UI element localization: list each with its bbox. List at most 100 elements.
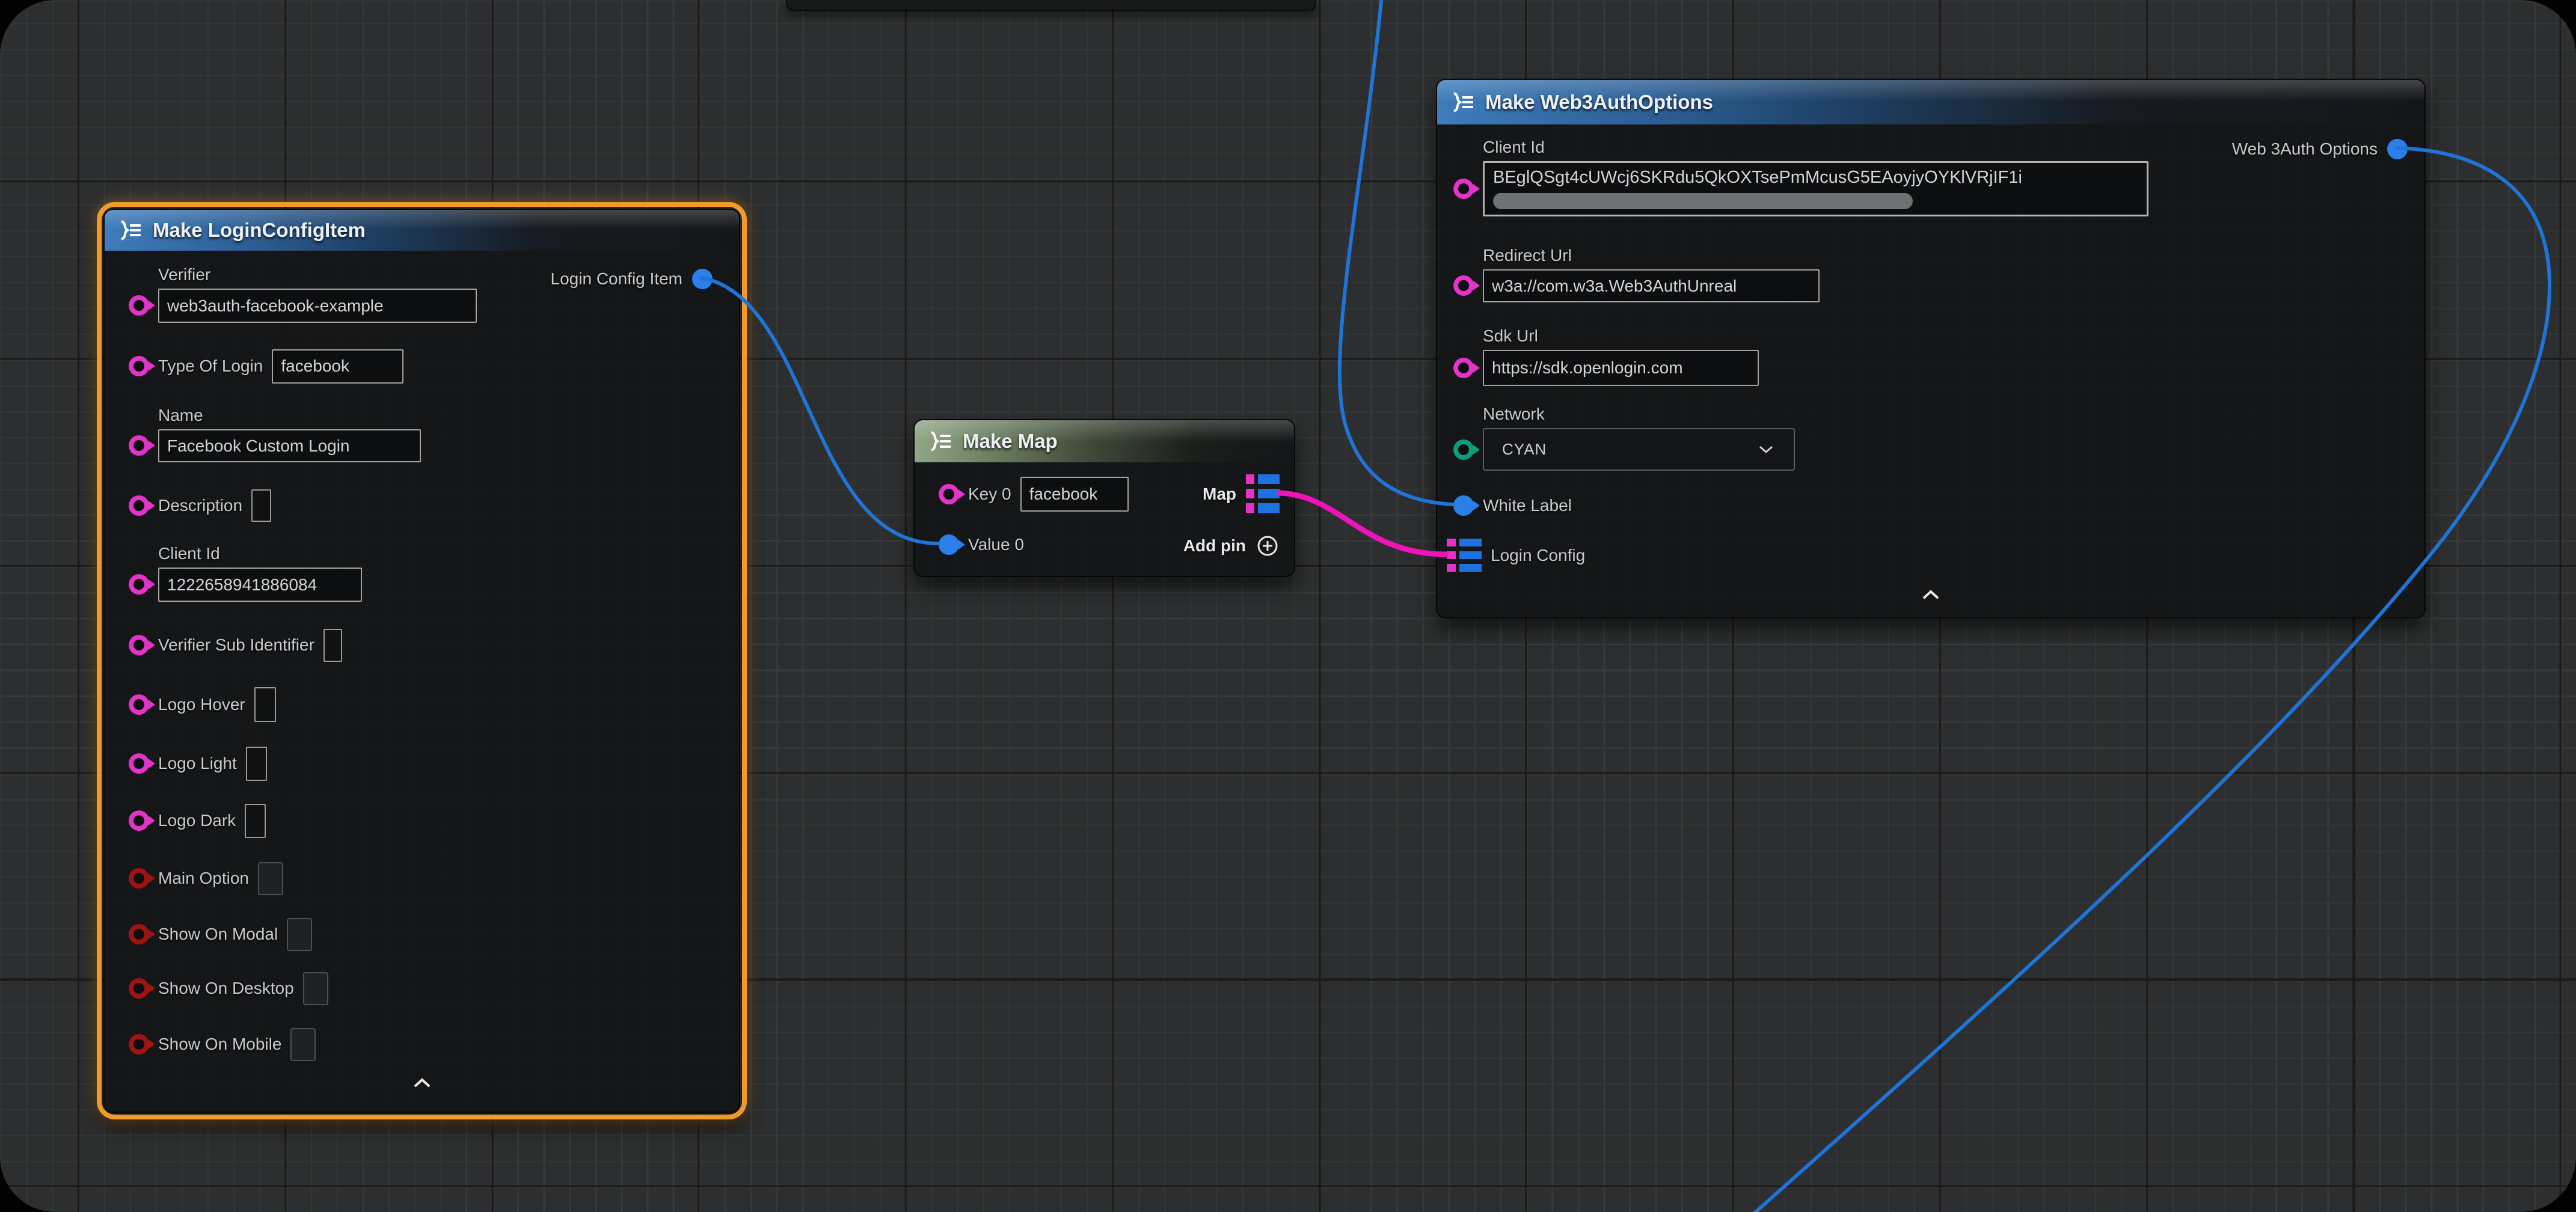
node-make-loginconfigitem[interactable]: Make LoginConfigItem Login Config Item V… — [103, 209, 740, 1113]
client-id-input[interactable]: 1222658941886084 — [158, 568, 362, 602]
node-make-web3authoptions[interactable]: Make Web3AuthOptions Web 3Auth Options C… — [1436, 79, 2426, 619]
pin-row-type-of-login: Type Of Login facebook — [129, 346, 403, 387]
pin-logo-dark[interactable] — [129, 810, 149, 831]
pin-label: Logo Light — [158, 754, 237, 773]
pin-main-option[interactable] — [129, 868, 149, 889]
pin-label: Show On Desktop — [158, 979, 294, 998]
pin-label: Login Config — [1491, 546, 1585, 565]
pin-label: Verifier — [158, 265, 477, 284]
pin-label: Client Id — [1483, 138, 2148, 157]
node-make-map[interactable]: Make Map Key 0 facebook Map Value 0 Add … — [913, 419, 1295, 577]
pin-label: Description — [158, 496, 242, 515]
pin-type-of-login[interactable] — [129, 356, 149, 376]
pin-row-login-config-item-out: Login Config Item — [551, 263, 713, 295]
output-pin-login-config-item[interactable] — [692, 269, 713, 289]
pin-logo-hover[interactable] — [129, 694, 149, 715]
pin-row-logo-hover: Logo Hover — [129, 684, 276, 725]
pin-row-main-option: Main Option — [129, 858, 283, 899]
pin-sdk-url[interactable] — [1453, 358, 1474, 378]
chevron-down-icon — [1759, 445, 1773, 454]
pin-row-show-on-modal: Show On Modal — [129, 914, 312, 955]
show-on-desktop-checkbox[interactable] — [303, 972, 328, 1005]
key0-input[interactable]: facebook — [1020, 477, 1129, 512]
logo-light-input[interactable] — [246, 747, 267, 781]
pin-label: White Label — [1483, 496, 1572, 515]
make-map-icon — [928, 429, 953, 453]
pin-row-white-label: White Label — [1453, 485, 1572, 526]
pin-name[interactable] — [129, 435, 149, 456]
pin-client-id[interactable] — [129, 574, 149, 595]
pin-label: Network — [1483, 405, 1795, 424]
map-pin-icon[interactable] — [1447, 539, 1482, 572]
pin-label: Show On Mobile — [158, 1035, 281, 1054]
show-on-mobile-checkbox[interactable] — [290, 1028, 316, 1061]
collapse-chevron-icon[interactable] — [413, 1078, 431, 1088]
add-pin-button[interactable]: Add pin — [1183, 530, 1280, 562]
pin-label: Name — [158, 406, 421, 425]
pin-show-on-mobile[interactable] — [129, 1034, 149, 1054]
pin-label: Main Option — [158, 869, 249, 888]
pin-row-verifier-sub-identifier: Verifier Sub Identifier — [129, 625, 342, 666]
pin-label: Sdk Url — [1483, 326, 1759, 346]
description-input[interactable] — [251, 489, 271, 522]
pin-row-map-out: Map — [1203, 478, 1280, 510]
pin-verifier[interactable] — [129, 295, 149, 316]
pin-client-id[interactable] — [1453, 179, 1474, 199]
pin-row-show-on-desktop: Show On Desktop — [129, 968, 328, 1009]
pin-label: Map — [1203, 485, 1236, 504]
node-header[interactable]: Make Map — [915, 420, 1294, 462]
show-on-modal-checkbox[interactable] — [287, 918, 312, 951]
pin-value0[interactable] — [939, 534, 959, 555]
pin-row-value0: Value 0 — [939, 526, 1024, 563]
pin-row-client-id: Client Id BEglQSgt4cUWcj6SKRdu5QkOXTsePm… — [1453, 138, 2148, 216]
pin-label: Verifier Sub Identifier — [158, 635, 314, 655]
pin-row-key0: Key 0 facebook — [939, 476, 1129, 513]
output-pin-web3auth-options[interactable] — [2387, 139, 2408, 159]
map-pin-icon[interactable] — [1246, 474, 1280, 514]
pin-show-on-desktop[interactable] — [129, 978, 149, 999]
redirect-url-input[interactable]: w3a://com.w3a.Web3AuthUnreal — [1483, 269, 1820, 302]
pin-show-on-modal[interactable] — [129, 924, 149, 944]
client-id-scrollbar[interactable] — [1493, 193, 1913, 209]
pin-redirect-url[interactable] — [1453, 275, 1474, 296]
name-input[interactable]: Facebook Custom Login — [158, 429, 421, 462]
blueprint-editor-window: Make LoginConfigItem Login Config Item V… — [0, 0, 2576, 1212]
node-title: Make Map — [963, 430, 1058, 453]
pin-row-sdk-url: Sdk Url https://sdk.openlogin.com — [1453, 326, 1759, 386]
node-title: Make Web3AuthOptions — [1485, 91, 1713, 114]
pin-label: Type Of Login — [158, 357, 263, 376]
pin-row-logo-dark: Logo Dark — [129, 800, 266, 841]
pin-label: Value 0 — [968, 535, 1024, 554]
collapse-chevron-icon[interactable] — [1922, 590, 1940, 600]
pin-description[interactable] — [129, 495, 149, 516]
pin-row-network: Network CYAN — [1453, 405, 1795, 471]
pin-white-label[interactable] — [1453, 495, 1474, 516]
node-header[interactable]: Make Web3AuthOptions — [1437, 80, 2424, 124]
pin-key0[interactable] — [939, 484, 959, 504]
pin-row-logo-light: Logo Light — [129, 743, 267, 784]
logo-dark-input[interactable] — [245, 804, 266, 838]
pin-label: Login Config Item — [551, 269, 682, 289]
pin-verifier-sub-identifier[interactable] — [129, 635, 149, 655]
client-id-input[interactable]: BEglQSgt4cUWcj6SKRdu5QkOXTsePmMcusG5EAoy… — [1483, 161, 2148, 216]
add-pin-icon[interactable] — [1256, 534, 1280, 558]
pin-network[interactable] — [1453, 439, 1474, 460]
pin-label: Web 3Auth Options — [2232, 139, 2378, 159]
main-option-checkbox[interactable] — [258, 862, 283, 895]
pin-logo-light[interactable] — [129, 753, 149, 774]
verifier-sub-identifier-input[interactable] — [324, 629, 342, 662]
partial-node-top[interactable] — [786, 0, 1316, 11]
pin-row-name: Name Facebook Custom Login — [129, 406, 421, 462]
verifier-input[interactable]: web3auth-facebook-example — [158, 289, 477, 323]
logo-hover-input[interactable] — [254, 687, 276, 722]
type-of-login-input[interactable]: facebook — [272, 349, 403, 384]
network-dropdown[interactable]: CYAN — [1483, 428, 1795, 471]
sdk-url-input[interactable]: https://sdk.openlogin.com — [1483, 350, 1759, 386]
pin-label: Logo Dark — [158, 811, 236, 830]
add-pin-label: Add pin — [1183, 536, 1246, 556]
pin-label: Client Id — [158, 544, 362, 563]
pin-label: Show On Modal — [158, 925, 278, 944]
node-header[interactable]: Make LoginConfigItem — [105, 210, 739, 251]
graph-canvas[interactable]: Make LoginConfigItem Login Config Item V… — [0, 0, 2576, 1212]
wire-map-to-login-config[interactable] — [1280, 493, 1446, 554]
